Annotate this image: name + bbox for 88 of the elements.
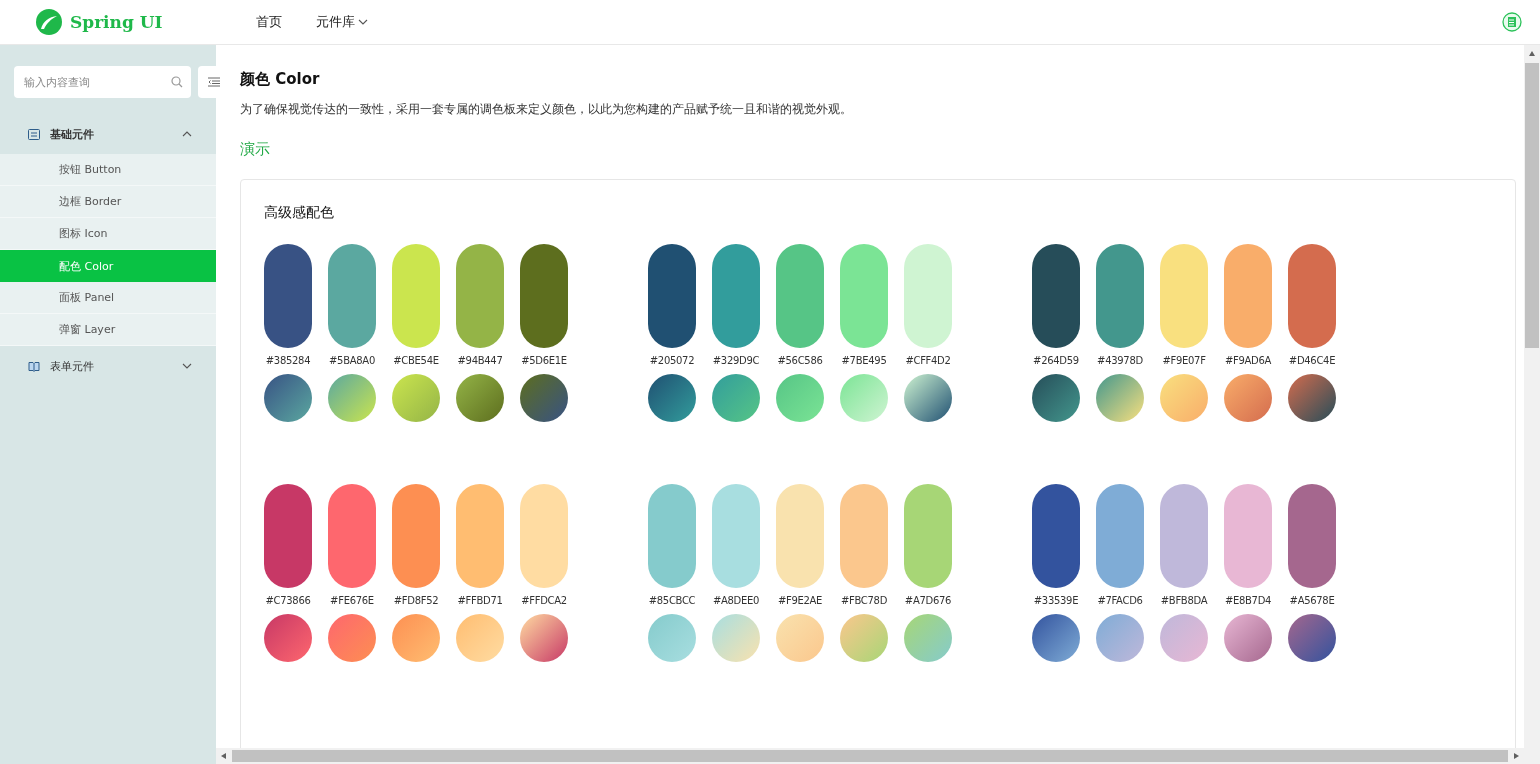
hex-label: #BFB8DA xyxy=(1160,595,1208,606)
hex-label: #33539E xyxy=(1033,595,1079,606)
gradient-swatch xyxy=(776,614,824,662)
scroll-left-arrow-icon[interactable] xyxy=(220,752,228,760)
gradient-swatch xyxy=(264,374,312,422)
gradient-swatch xyxy=(1288,614,1336,662)
gradient-swatch xyxy=(840,614,888,662)
gradient-swatch xyxy=(520,374,568,422)
section-heading: 演示 xyxy=(240,140,271,159)
hex-label: #205072 xyxy=(649,355,695,366)
card-title: 高级感配色 xyxy=(264,204,335,222)
gradient-swatch xyxy=(840,374,888,422)
hex-label: #A7D676 xyxy=(904,595,952,606)
gradient-swatch xyxy=(904,374,952,422)
hex-label: #385284 xyxy=(265,355,311,366)
hex-label: #F9AD6A xyxy=(1224,355,1272,366)
list-icon xyxy=(28,128,40,140)
gradient-swatch xyxy=(1032,614,1080,662)
document-icon[interactable] xyxy=(1502,12,1522,32)
gradient-swatch xyxy=(648,374,696,422)
hex-label: #85CBCC xyxy=(648,595,696,606)
chevron-up-icon xyxy=(182,131,192,137)
hex-label: #A8DEE0 xyxy=(712,595,760,606)
nav-link[interactable]: 首页 xyxy=(256,13,282,31)
hex-label: #329D9C xyxy=(712,355,760,366)
menu-group[interactable]: 基础元件 xyxy=(0,114,216,154)
gradient-swatch xyxy=(712,614,760,662)
hex-label: #7BE495 xyxy=(841,355,887,366)
indent-icon xyxy=(208,77,220,87)
hex-label: #C73866 xyxy=(265,595,311,606)
gradient-swatch xyxy=(456,374,504,422)
hex-label: #5D6E1E xyxy=(521,355,567,366)
hex-label: #56C586 xyxy=(777,355,823,366)
scroll-up-arrow-icon[interactable] xyxy=(1528,49,1536,57)
menu-item[interactable]: 面板 Panel xyxy=(0,282,216,314)
hex-label: #CBE54E xyxy=(393,355,439,366)
hex-label: #D46C4E xyxy=(1288,355,1336,366)
gradient-swatch xyxy=(392,614,440,662)
menu-group[interactable]: 表单元件 xyxy=(0,346,216,386)
menu-item[interactable]: 边框 Border xyxy=(0,186,216,218)
menu-item[interactable]: 弹窗 Layer xyxy=(0,314,216,346)
hex-label: #43978D xyxy=(1097,355,1143,366)
hex-label: #FD8F52 xyxy=(393,595,439,606)
hex-label: #FBC78D xyxy=(840,595,888,606)
gradient-swatch xyxy=(264,614,312,662)
gradient-swatch xyxy=(1096,374,1144,422)
gradient-swatch xyxy=(328,614,376,662)
book-icon xyxy=(28,360,40,372)
search-box[interactable]: 输入内容查询 xyxy=(14,66,191,98)
hex-label: #F9E2AE xyxy=(777,595,823,606)
gradient-swatch xyxy=(904,614,952,662)
gradient-swatch xyxy=(712,374,760,422)
page-description: 为了确保视觉传达的一致性，采用一套专属的调色板来定义颜色，以此为您构建的产品赋予统一且和谐的视觉外观。 xyxy=(240,101,853,118)
hex-label: #94B447 xyxy=(457,355,503,366)
leaf-logo-icon xyxy=(34,8,64,36)
chevron-down-icon xyxy=(182,363,192,369)
gradient-swatch xyxy=(1160,614,1208,662)
gradient-swatch xyxy=(1032,374,1080,422)
search-icon xyxy=(171,76,183,88)
nav-link[interactable]: 元件库 xyxy=(316,13,368,31)
hex-label: #A5678E xyxy=(1289,595,1335,606)
hex-label: #E8B7D4 xyxy=(1224,595,1272,606)
page-title: 颜色 Color xyxy=(240,70,321,89)
hex-label: #5BA8A0 xyxy=(329,355,375,366)
hex-label: #264D59 xyxy=(1033,355,1079,366)
gradient-swatch xyxy=(1096,614,1144,662)
horizontal-scrollbar[interactable] xyxy=(216,748,1540,764)
hex-label: #F9E07F xyxy=(1162,355,1206,366)
gradient-swatch xyxy=(392,374,440,422)
gradient-swatch xyxy=(328,374,376,422)
hex-label: #CFF4D2 xyxy=(905,355,951,366)
hex-label: #FE676E xyxy=(330,595,374,606)
hex-label: #FFBD71 xyxy=(457,595,503,606)
gradient-swatch xyxy=(1160,374,1208,422)
gradient-swatch xyxy=(1224,614,1272,662)
gradient-swatch xyxy=(648,614,696,662)
gradient-swatch xyxy=(1288,374,1336,422)
gradient-swatch xyxy=(1224,374,1272,422)
gradient-swatch xyxy=(776,374,824,422)
hex-label: #7FACD6 xyxy=(1097,595,1143,606)
menu-item[interactable]: 按钮 Button xyxy=(0,154,216,186)
chevron-down-icon xyxy=(358,19,368,25)
hex-label: #FFDCA2 xyxy=(521,595,567,606)
logo-text: Spring UI xyxy=(70,12,163,32)
vertical-scrollbar[interactable] xyxy=(1524,45,1540,748)
scroll-right-arrow-icon[interactable] xyxy=(1512,752,1520,760)
gradient-swatch xyxy=(456,614,504,662)
gradient-swatch xyxy=(520,614,568,662)
